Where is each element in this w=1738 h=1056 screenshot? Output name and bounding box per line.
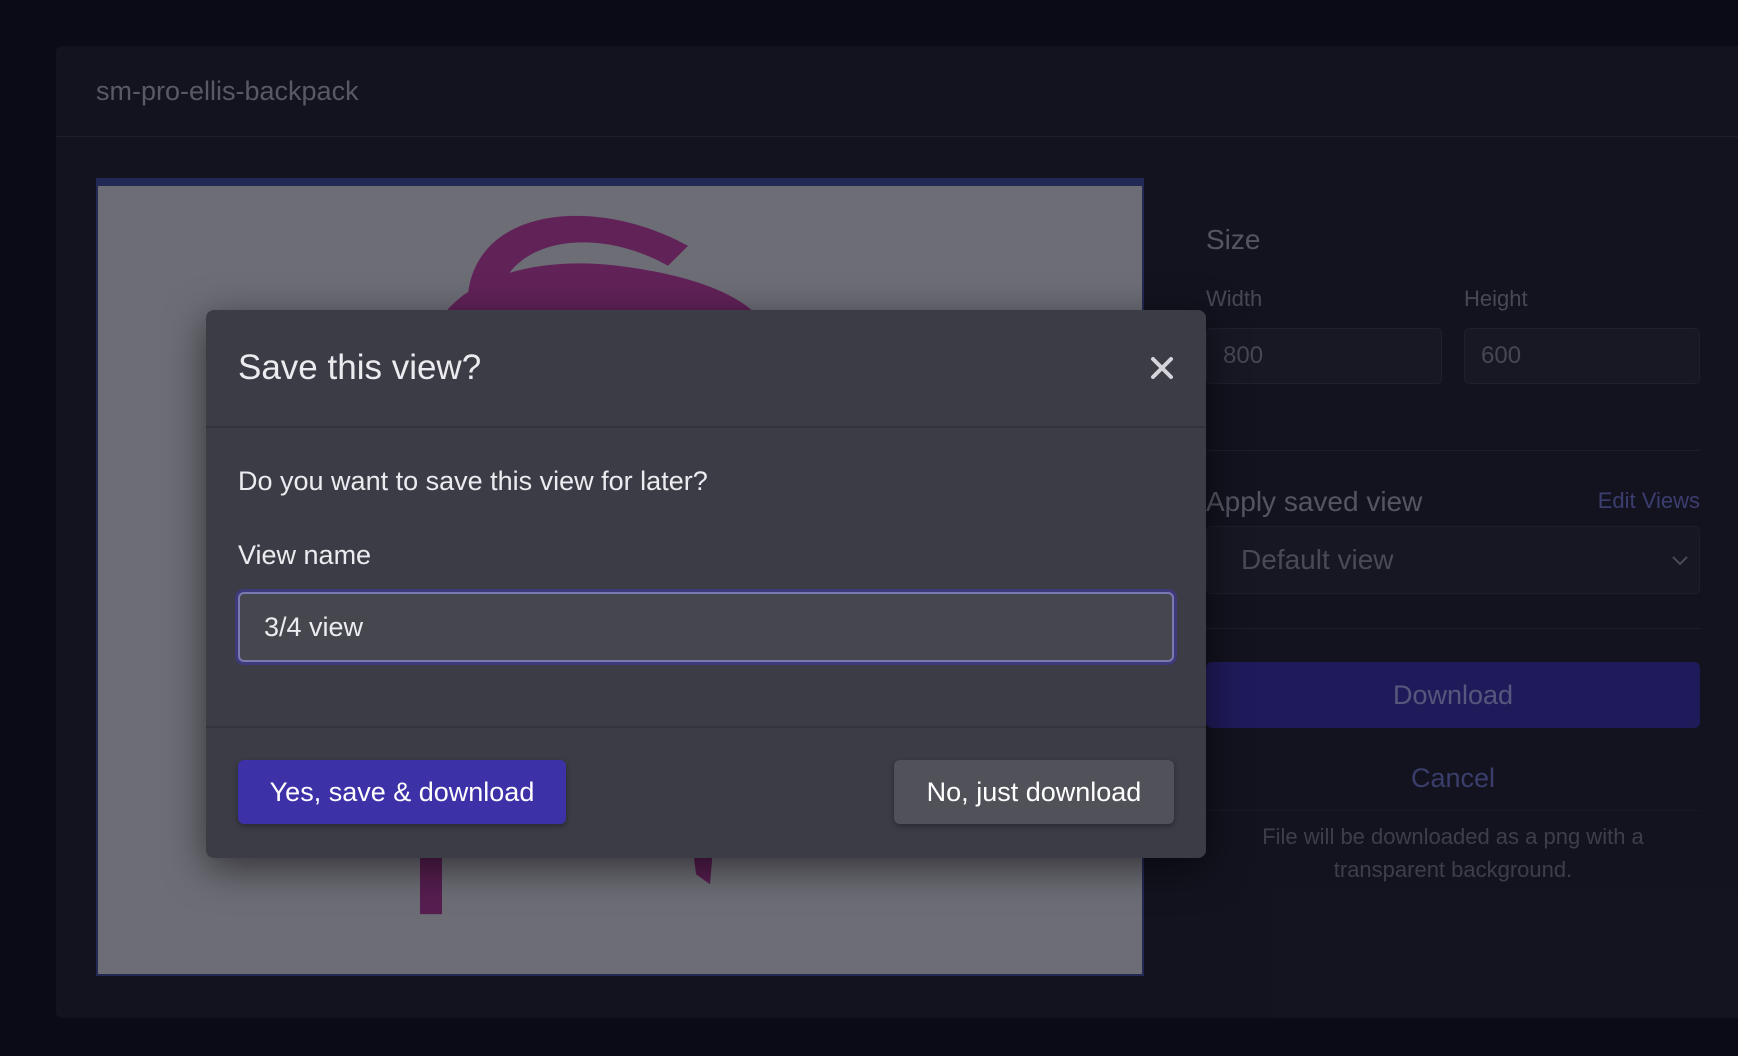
dialog-header: Save this view? bbox=[206, 310, 1206, 428]
save-and-download-button[interactable]: Yes, save & download bbox=[238, 760, 566, 824]
just-download-button[interactable]: No, just download bbox=[894, 760, 1174, 824]
dialog-question: Do you want to save this view for later? bbox=[238, 466, 708, 496]
dialog-footer: Yes, save & download No, just download bbox=[206, 726, 1206, 858]
view-name-label: View name bbox=[238, 540, 372, 570]
dialog-title: Save this view? bbox=[238, 348, 482, 387]
save-view-dialog: Save this view? Do you want to save this… bbox=[206, 310, 1206, 858]
view-name-input[interactable] bbox=[238, 592, 1174, 662]
close-icon[interactable] bbox=[1146, 352, 1178, 384]
